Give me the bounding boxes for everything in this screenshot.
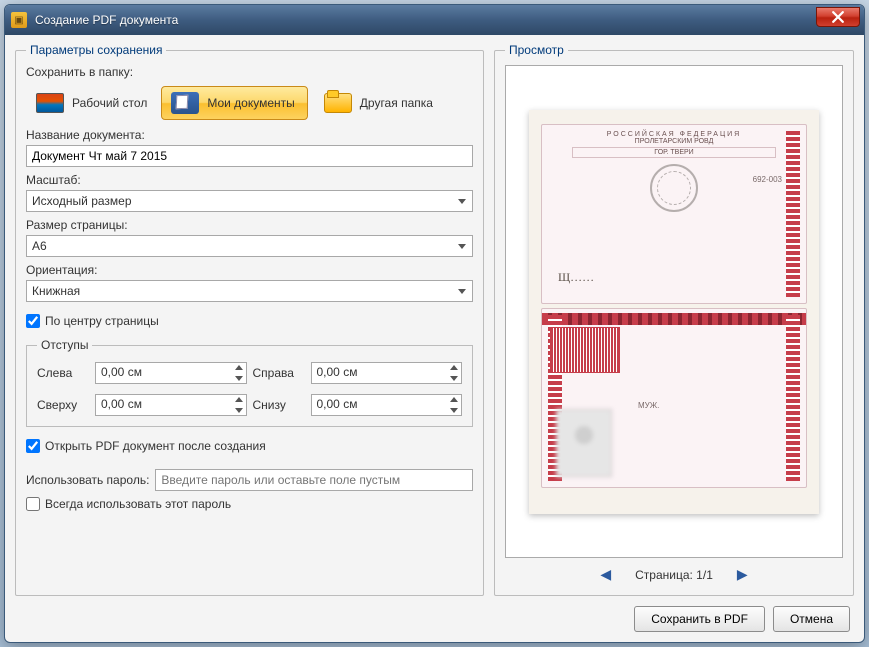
margin-left-input[interactable]: 0,00 см [95,362,247,384]
always-password-label: Всегда использовать этот пароль [45,497,231,511]
decoration-strip [542,313,806,325]
preview-dept: ПРОЛЕТАРСКИМ РОВД [542,138,806,145]
always-password-checkbox[interactable] [26,497,40,511]
center-page-label: По центру страницы [45,314,159,328]
center-page-checkbox[interactable] [26,314,40,328]
preview-legend: Просмотр [505,43,568,57]
decoration-stripe [786,131,800,297]
preview-country: РОССИЙСКАЯ ФЕДЕРАЦИЯ [542,125,806,138]
pagesize-value: A6 [32,239,47,253]
folder-mydocs[interactable]: Мои документы [161,86,307,120]
save-folder-label: Сохранить в папку: [26,65,473,79]
always-password-row[interactable]: Всегда использовать этот пароль [26,497,473,511]
folder-desktop[interactable]: Рабочий стол [26,86,155,120]
preview-code: 692-003 [753,175,782,184]
titlebar: ▣ Создание PDF документа [5,5,864,35]
page-indicator: Страница: 1/1 [635,568,713,582]
photo-placeholder [556,409,612,477]
pagesize-combo[interactable]: A6 [26,235,473,257]
desktop-icon [34,90,66,116]
password-input[interactable] [155,469,473,491]
close-icon [832,11,844,23]
pagesize-label: Размер страницы: [26,218,473,232]
open-after-checkbox[interactable] [26,439,40,453]
preview-sex: МУЖ. [638,401,659,410]
scale-label: Масштаб: [26,173,473,187]
margin-right-input[interactable]: 0,00 см [311,362,463,384]
orientation-label: Ориентация: [26,263,473,277]
margin-left-label: Слева [37,366,89,380]
signature: Щ…… [558,270,594,285]
folder-mydocs-label: Мои документы [207,96,294,110]
scale-combo[interactable]: Исходный размер [26,190,473,212]
margin-bottom-label: Снизу [253,398,305,412]
margin-right-label: Справа [253,366,305,380]
emblem-icon [550,327,620,373]
next-page-button[interactable]: ▶ [737,566,748,583]
dialog-window: ▣ Создание PDF документа Параметры сохра… [4,4,865,643]
folder-icon [322,90,354,116]
window-title: Создание PDF документа [35,13,178,27]
margin-top-input[interactable]: 0,00 см [95,394,247,416]
center-page-row[interactable]: По центру страницы [26,314,473,328]
password-label: Использовать пароль: [26,473,149,487]
dialog-footer: Сохранить в PDF Отмена [15,596,854,636]
margin-top-label: Сверху [37,398,89,412]
decoration-stripe-right [786,315,800,481]
folder-other-label: Другая папка [360,96,433,110]
documents-icon [169,90,201,116]
doc-name-input[interactable] [26,145,473,167]
margin-bottom-input[interactable]: 0,00 см [311,394,463,416]
open-after-label: Открыть PDF документ после создания [45,439,266,453]
stamp-icon [650,164,698,212]
preview-city: ГОР. ТВЕРИ [572,147,776,158]
cancel-button[interactable]: Отмена [773,606,850,632]
margins-group: Отступы Слева 0,00 см Справа 0,00 см Све… [26,338,473,427]
preview-group: Просмотр РОССИЙСКАЯ ФЕДЕРАЦИЯ ПРОЛЕТАРСК… [494,43,854,596]
folder-desktop-label: Рабочий стол [72,96,147,110]
preview-canvas: РОССИЙСКАЯ ФЕДЕРАЦИЯ ПРОЛЕТАРСКИМ РОВД Г… [505,65,843,558]
margins-legend: Отступы [37,338,92,352]
save-params-legend: Параметры сохранения [26,43,166,57]
folder-other[interactable]: Другая папка [314,86,441,120]
doc-name-label: Название документа: [26,128,473,142]
app-icon: ▣ [11,12,27,28]
document-preview: РОССИЙСКАЯ ФЕДЕРАЦИЯ ПРОЛЕТАРСКИМ РОВД Г… [529,110,819,514]
pager: ◀ Страница: 1/1 ▶ [505,558,843,585]
open-after-row[interactable]: Открыть PDF документ после создания [26,439,473,453]
scale-value: Исходный размер [32,194,132,208]
save-params-group: Параметры сохранения Сохранить в папку: … [15,43,484,596]
save-pdf-button[interactable]: Сохранить в PDF [634,606,765,632]
orientation-combo[interactable]: Книжная [26,280,473,302]
close-button[interactable] [816,7,860,27]
orientation-value: Книжная [32,284,80,298]
content-area: Параметры сохранения Сохранить в папку: … [5,35,864,642]
prev-page-button[interactable]: ◀ [600,566,611,583]
